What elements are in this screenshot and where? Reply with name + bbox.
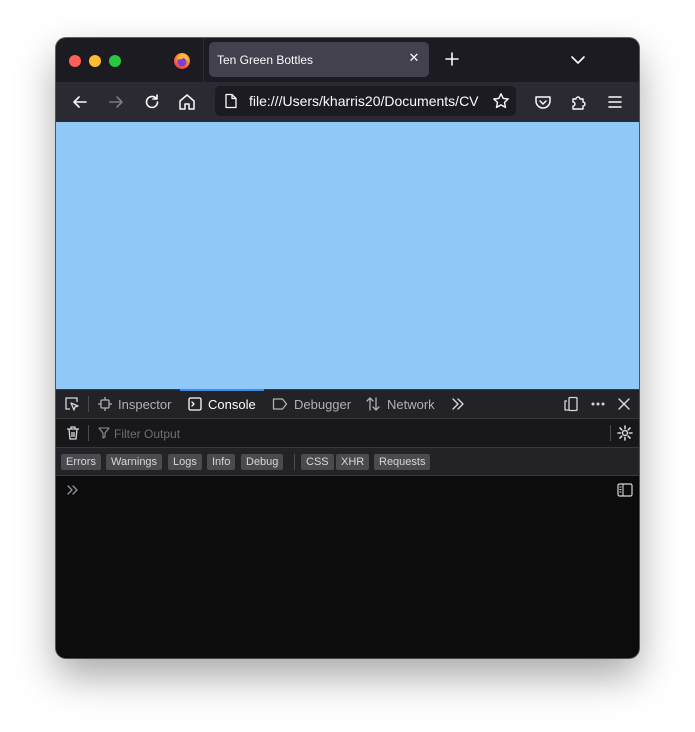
close-window-button[interactable] xyxy=(69,55,81,67)
extensions-puzzle-icon[interactable] xyxy=(569,92,589,112)
bookmark-star-icon[interactable] xyxy=(492,92,510,110)
minimize-window-button[interactable] xyxy=(89,55,101,67)
console-icon xyxy=(188,397,202,411)
tab-title: Ten Green Bottles xyxy=(217,53,314,67)
tab-debugger-label: Debugger xyxy=(294,396,352,412)
url-bar[interactable]: file:///Users/kharris20/Documents/CV xyxy=(215,86,516,116)
hamburger-menu-icon[interactable] xyxy=(605,92,625,112)
log-level-filter-bar: Errors Warnings Logs Info Debug CSS XHR … xyxy=(56,447,639,476)
file-page-icon xyxy=(225,93,237,109)
new-tab-plus-icon[interactable] xyxy=(443,50,461,68)
close-tab-icon[interactable]: ✕ xyxy=(407,51,421,65)
navigation-toolbar: file:///Users/kharris20/Documents/CV xyxy=(56,82,639,122)
zoom-window-button[interactable] xyxy=(109,55,121,67)
devtools-panel: Inspector Console Debugger Network Filte… xyxy=(56,389,639,658)
network-arrows-icon xyxy=(366,397,380,411)
tab-ten-green-bottles[interactable]: Ten Green Bottles ✕ xyxy=(209,42,429,77)
filter-xhr-button[interactable]: XHR xyxy=(336,454,370,470)
filter-settings-separator xyxy=(610,425,611,441)
chip-separator xyxy=(294,454,295,470)
url-text[interactable]: file:///Users/kharris20/Documents/CV xyxy=(249,93,485,109)
tab-console-label: Console xyxy=(208,396,256,412)
pocket-icon[interactable] xyxy=(533,92,553,112)
reload-icon[interactable] xyxy=(142,92,162,112)
console-settings-gear-icon[interactable] xyxy=(617,425,633,441)
tab-strip: Ten Green Bottles ✕ xyxy=(56,38,639,82)
filter-debug-button[interactable]: Debug xyxy=(241,454,284,470)
element-picker-icon[interactable] xyxy=(64,396,80,412)
inspector-icon xyxy=(98,397,112,411)
console-filter-bar: Filter Output xyxy=(56,418,639,447)
devtools-toolbar: Inspector Console Debugger Network xyxy=(56,389,639,418)
tab-inspector-label: Inspector xyxy=(118,396,172,412)
tab-network-label: Network xyxy=(387,396,435,412)
filter-css-button[interactable]: CSS xyxy=(301,454,334,470)
more-tools-chevrons-icon[interactable] xyxy=(450,396,466,412)
filter-output-input[interactable]: Filter Output xyxy=(114,427,180,441)
clear-console-trash-icon[interactable] xyxy=(65,425,81,441)
filter-logs-button[interactable]: Logs xyxy=(168,454,202,470)
debugger-icon xyxy=(272,398,288,410)
back-arrow-icon[interactable] xyxy=(70,92,90,112)
filter-separator xyxy=(88,425,89,441)
toolbar-separator xyxy=(88,396,89,412)
console-prompt-chevrons-icon xyxy=(67,485,78,495)
firefox-logo-icon xyxy=(174,53,190,69)
tab-network[interactable]: Network xyxy=(365,390,435,418)
forward-arrow-icon[interactable] xyxy=(106,92,126,112)
tab-separator xyxy=(203,38,204,82)
filter-warnings-button[interactable]: Warnings xyxy=(106,454,163,470)
page-content xyxy=(56,122,639,389)
tab-console[interactable]: Console xyxy=(180,389,264,418)
home-icon[interactable] xyxy=(177,92,197,112)
tab-inspector[interactable]: Inspector xyxy=(98,390,171,418)
responsive-design-mode-icon[interactable] xyxy=(563,396,579,412)
more-options-ellipsis-icon[interactable] xyxy=(590,396,606,412)
filter-funnel-icon xyxy=(98,427,110,439)
editor-mode-sidebar-icon[interactable] xyxy=(617,483,633,497)
filter-info-button[interactable]: Info xyxy=(207,454,236,470)
close-devtools-icon[interactable] xyxy=(616,396,632,412)
tab-debugger[interactable]: Debugger xyxy=(272,390,351,418)
filter-errors-button[interactable]: Errors xyxy=(61,454,101,470)
list-all-tabs-chevron-down-icon[interactable] xyxy=(570,52,586,68)
browser-window: Ten Green Bottles ✕ file:///Users/kharri… xyxy=(56,38,639,658)
filter-requests-button[interactable]: Requests xyxy=(374,454,431,470)
